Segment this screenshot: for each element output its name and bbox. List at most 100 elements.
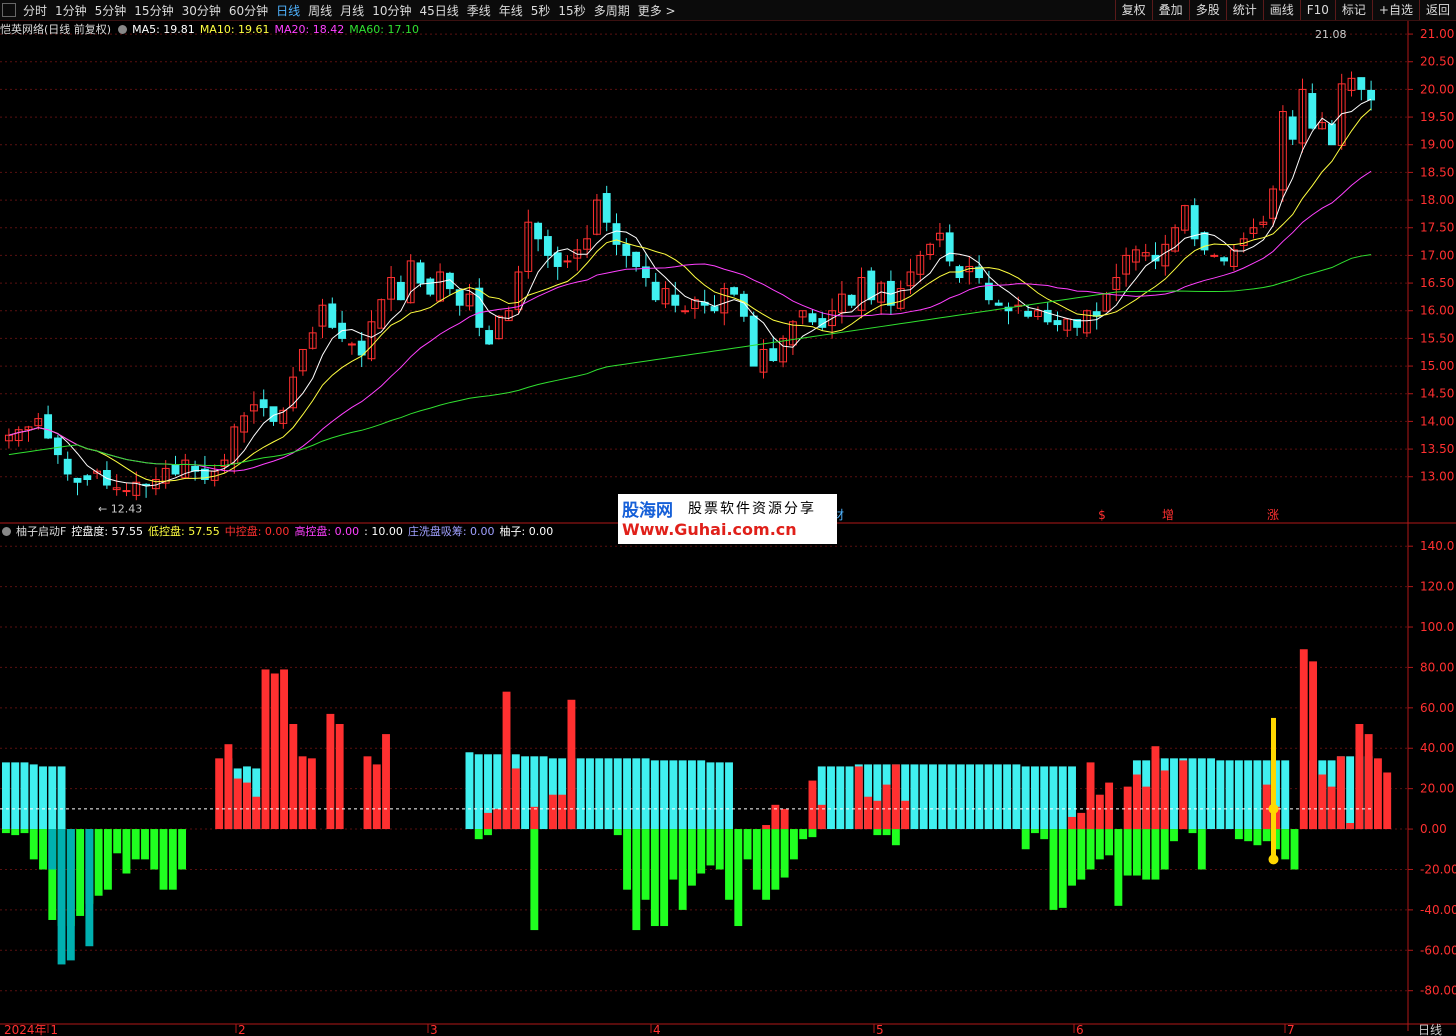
- candle-body: [357, 340, 366, 356]
- indicator-bar-低控盘: [678, 760, 687, 830]
- indicator-bar-中控盘: [1346, 823, 1355, 830]
- toolbar-button-2[interactable]: 多股: [1188, 0, 1226, 20]
- period-tab-7[interactable]: 周线: [304, 4, 336, 18]
- indicator-bar-庄洗盘吸筹: [734, 829, 743, 927]
- indicator-bar-低控盘: [1207, 758, 1216, 830]
- indicator-bar-庄洗盘吸筹: [1197, 829, 1206, 870]
- period-tab-13[interactable]: 5秒: [527, 4, 555, 18]
- indicator-bar-中控盘: [243, 782, 251, 830]
- period-tab-1[interactable]: 1分钟: [51, 4, 91, 18]
- indicator-bar-中控盘: [1364, 734, 1373, 830]
- period-tab-2[interactable]: 5分钟: [91, 4, 131, 18]
- indicator-bar-低控盘: [623, 758, 631, 830]
- indicator-bar-低控盘: [521, 756, 530, 830]
- ma-value-3: MA60: 17.10: [349, 23, 419, 36]
- indicator-settings-dot-icon[interactable]: [2, 527, 11, 536]
- indicator-bar-庄洗盘吸筹: [715, 829, 724, 870]
- indicator-bar-低控盘: [706, 762, 715, 830]
- candle-body: [44, 414, 53, 439]
- indicator-bar-中控盘: [289, 724, 298, 830]
- toolbar-button-7[interactable]: +自选: [1371, 0, 1419, 20]
- indicator-bar-庄洗盘吸筹: [613, 829, 622, 836]
- period-tab-0[interactable]: 分时: [19, 4, 51, 18]
- panel-toggle-icon[interactable]: [2, 3, 16, 17]
- indicator-tick-label: -60.00: [1420, 943, 1456, 957]
- indicator-bar-庄洗盘吸筹: [178, 829, 187, 870]
- indicator-bar-庄洗盘吸筹: [103, 829, 112, 890]
- period-tab-12[interactable]: 年线: [495, 4, 527, 18]
- period-tab-8[interactable]: 月线: [336, 4, 368, 18]
- candle-body: [1367, 89, 1376, 101]
- price-tick-label: 13.50: [1420, 442, 1454, 456]
- period-tab-3[interactable]: 15分钟: [130, 4, 177, 18]
- indicator-bar-庄洗盘吸筹: [122, 829, 131, 874]
- toolbar-button-3[interactable]: 统计: [1225, 0, 1263, 20]
- candle-body: [53, 437, 62, 456]
- price-tick-label: 19.50: [1420, 110, 1454, 124]
- indicator-value-2: 中控盘: 0.00: [224, 525, 290, 538]
- indicator-bar-中控盘: [530, 806, 539, 830]
- indicator-bar-中控盘: [298, 756, 307, 830]
- price-tick-label: 17.50: [1420, 221, 1454, 235]
- signal-coin-icon: [1268, 854, 1279, 865]
- candle-body: [543, 236, 552, 256]
- candle-body: [475, 287, 484, 328]
- price-tick-label: 20.00: [1420, 82, 1454, 96]
- indicator-bar-中控盘: [1160, 770, 1169, 830]
- indicator-bar-中控盘: [1095, 794, 1104, 830]
- period-tab-6[interactable]: 日线: [272, 4, 304, 18]
- toolbar-button-5[interactable]: F10: [1299, 0, 1335, 20]
- indicator-bar-低控盘: [1188, 758, 1197, 830]
- toolbar-button-4[interactable]: 画线: [1262, 0, 1300, 20]
- candle-body: [808, 313, 817, 323]
- indicator-bar-庄洗盘吸筹: [1234, 829, 1243, 840]
- toolbar-button-8[interactable]: 返回: [1418, 0, 1456, 20]
- indicator-bar-高控盘: [57, 829, 66, 965]
- indicator-bar-庄洗盘吸筹: [159, 829, 168, 890]
- indicator-bar-庄洗盘吸筹: [743, 829, 752, 860]
- candle-body: [1053, 320, 1062, 326]
- indicator-bar-庄洗盘吸筹: [20, 829, 29, 834]
- toolbar-button-6[interactable]: 标记: [1334, 0, 1372, 20]
- indicator-bar-低控盘: [595, 758, 604, 830]
- candle-body: [1190, 205, 1199, 240]
- indicator-bar-庄洗盘吸筹: [141, 829, 149, 860]
- indicator-bar-低控盘: [474, 754, 483, 830]
- toolbar-button-0[interactable]: 复权: [1114, 0, 1152, 20]
- indicator-bar-高控盘: [48, 829, 57, 870]
- period-tab-4[interactable]: 30分钟: [178, 4, 225, 18]
- indicator-bar-低控盘: [947, 764, 956, 830]
- indicator-bar-高控盘: [85, 829, 94, 947]
- indicator-bar-中控盘: [511, 768, 520, 830]
- period-tab-5[interactable]: 60分钟: [225, 4, 272, 18]
- indicator-bar-庄洗盘吸筹: [762, 829, 771, 900]
- indicator-bar-中控盘: [558, 794, 567, 830]
- indicator-bar-庄洗盘吸筹: [771, 829, 780, 890]
- candle-body: [328, 303, 337, 328]
- period-tab-10[interactable]: 45日线: [415, 4, 462, 18]
- period-tab-14[interactable]: 15秒: [554, 4, 589, 18]
- indicator-bar-庄洗盘吸筹: [780, 829, 789, 878]
- date-tick-label: 2: [238, 1023, 246, 1036]
- indicator-bar-庄洗盘吸筹: [697, 829, 706, 874]
- indicator-bar-庄洗盘吸筹: [1058, 829, 1067, 908]
- indicator-bar-中控盘: [335, 724, 344, 830]
- settings-dot-icon[interactable]: [118, 25, 128, 34]
- period-tab-9[interactable]: 10分钟: [368, 4, 415, 18]
- high-price-label: 21.08: [1315, 28, 1347, 41]
- indicator-bar-低控盘: [1216, 760, 1225, 830]
- period-tab-15[interactable]: 多周期: [590, 4, 634, 18]
- price-tick-label: 13.00: [1420, 470, 1454, 484]
- stock-title: 恺英网络(日线 前复权): [0, 23, 112, 36]
- indicator-bar-中控盘: [1383, 772, 1392, 830]
- indicator-tick-label: 20.00: [1420, 782, 1454, 796]
- indicator-bar-中控盘: [1151, 746, 1160, 830]
- indicator-title: 柚子启动F: [16, 525, 67, 538]
- indicator-bar-低控盘: [586, 758, 594, 830]
- period-tab-16[interactable]: 更多 >: [634, 4, 680, 18]
- indicator-bar-低控盘: [697, 760, 706, 830]
- indicator-bar-庄洗盘吸筹: [725, 829, 733, 900]
- period-tab-11[interactable]: 季线: [463, 4, 495, 18]
- indicator-bar-中控盘: [901, 800, 910, 830]
- toolbar-button-1[interactable]: 叠加: [1151, 0, 1189, 20]
